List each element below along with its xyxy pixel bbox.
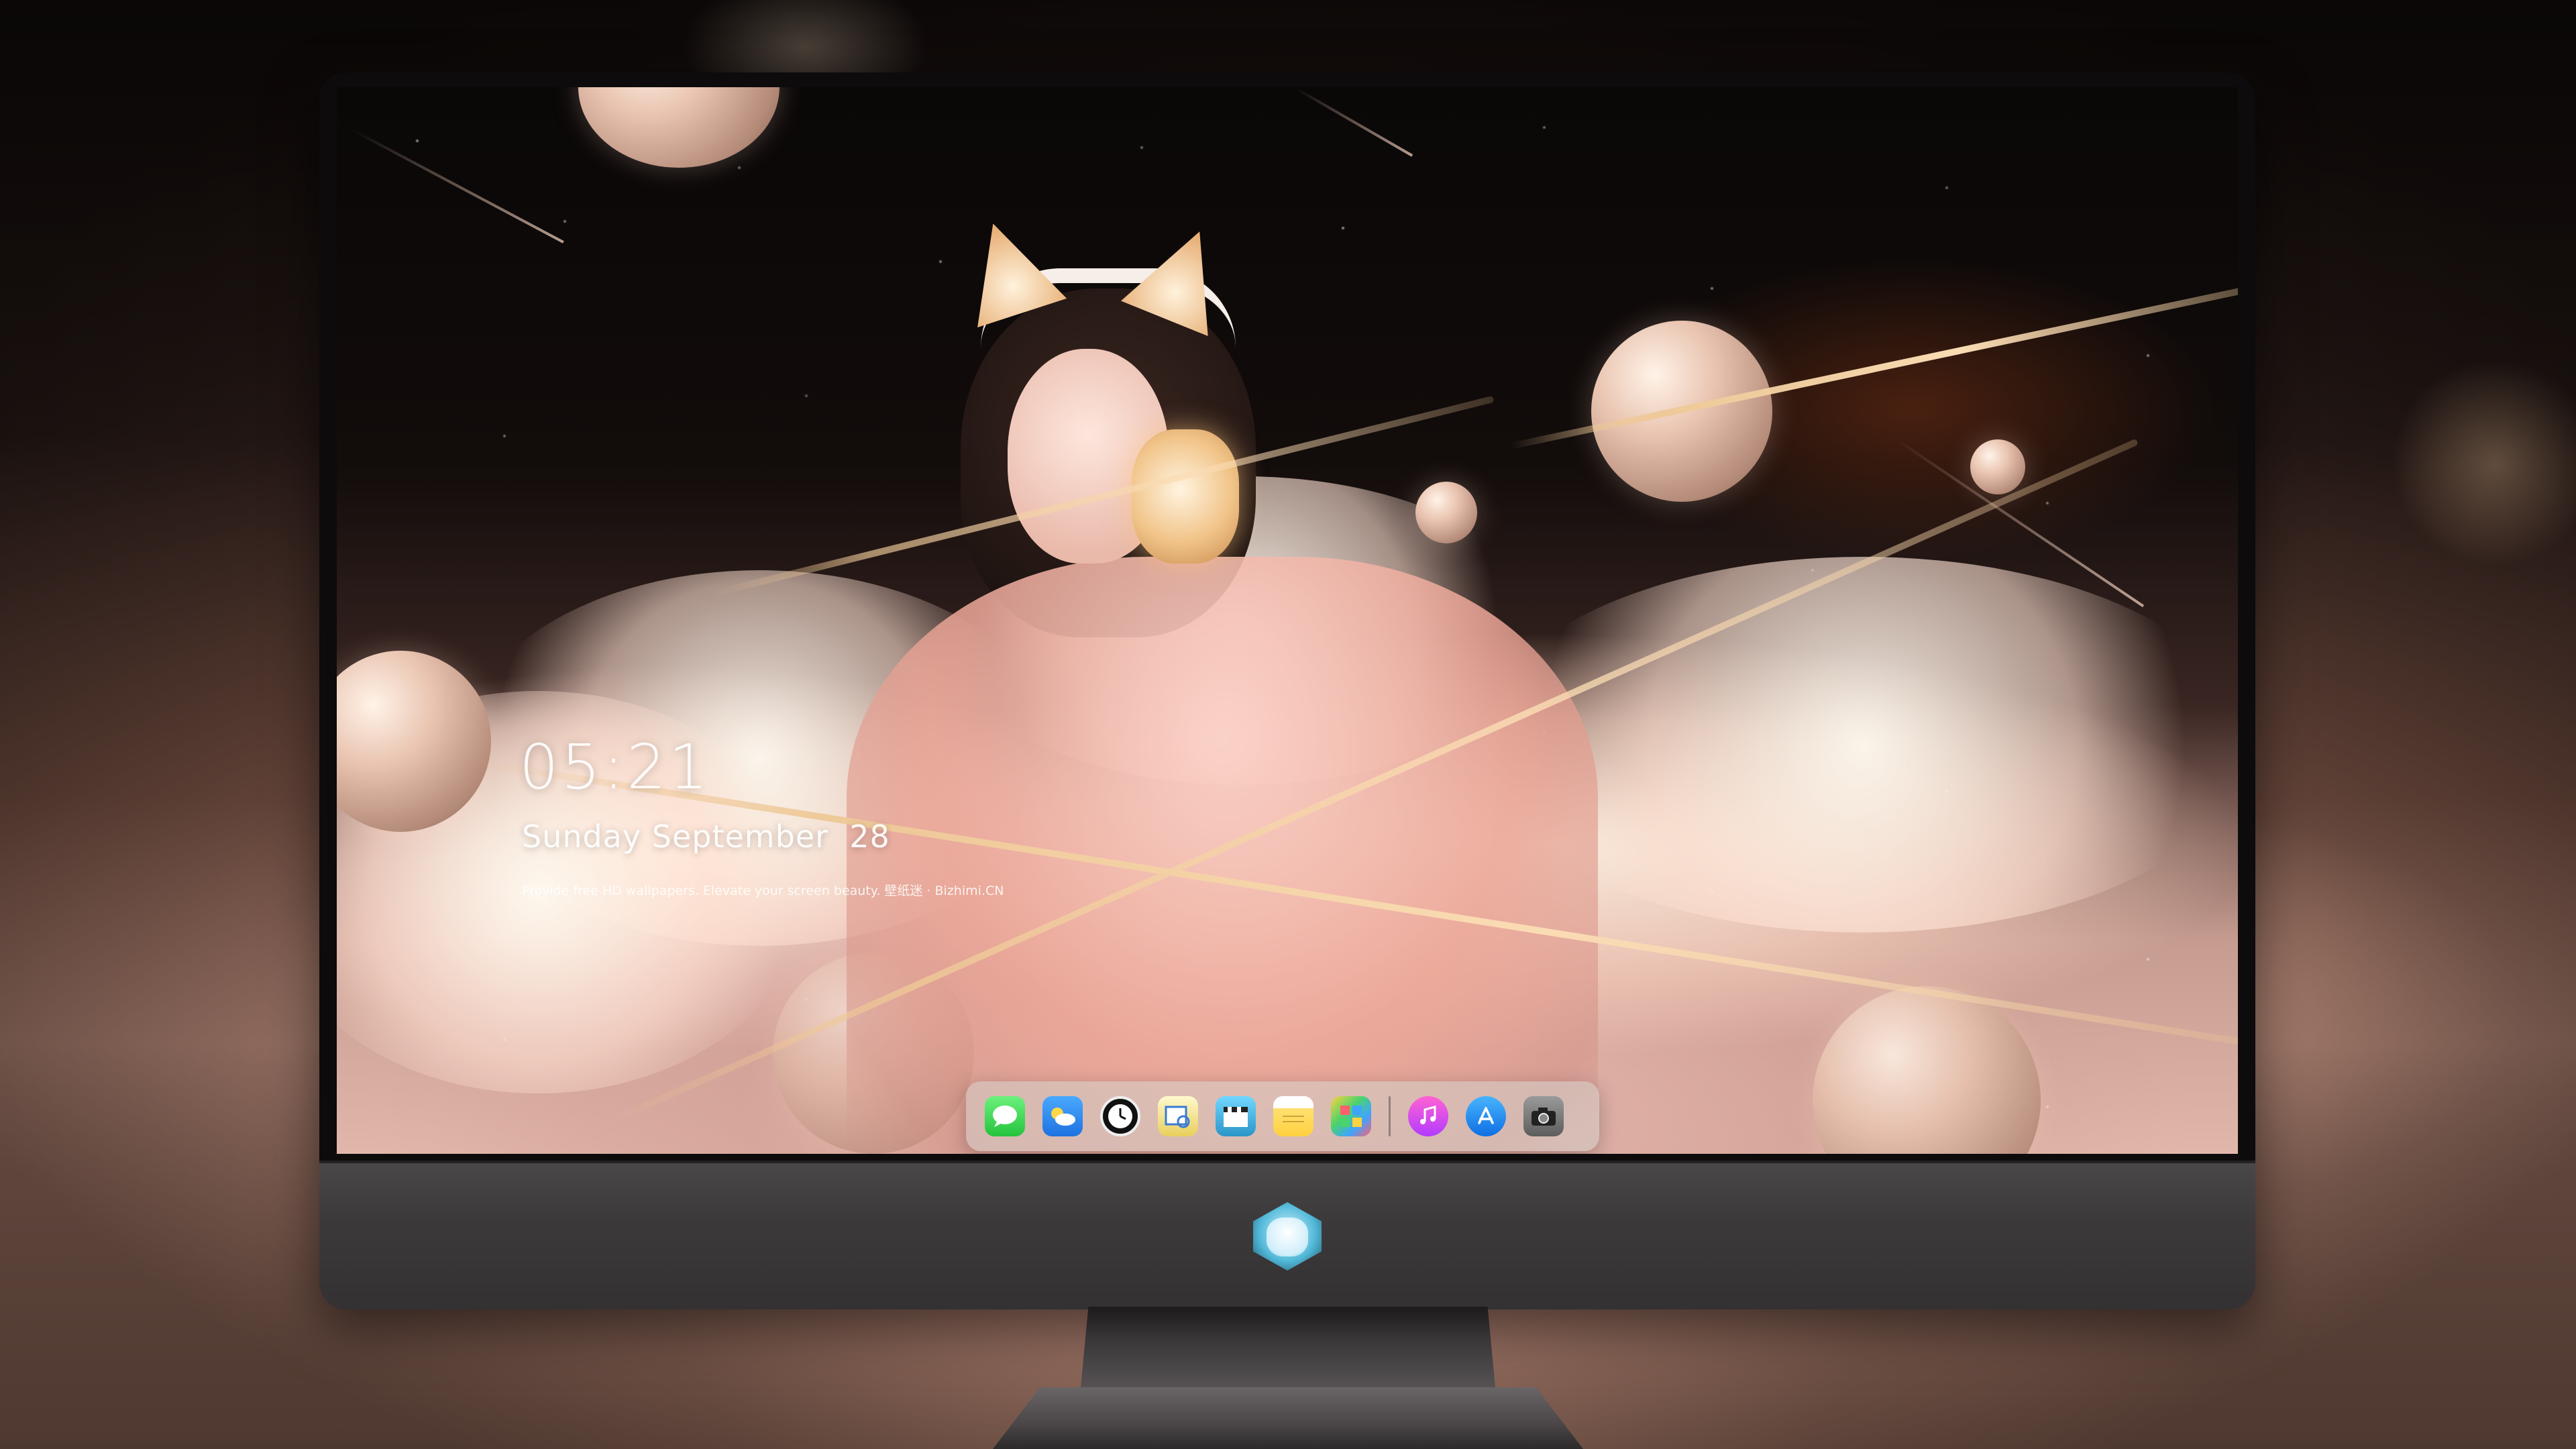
orb <box>1970 439 2025 494</box>
app-store-icon[interactable] <box>1466 1096 1506 1136</box>
clapperboard-icon[interactable] <box>1216 1096 1256 1136</box>
monitor-stand-neck <box>1080 1307 1496 1394</box>
messages-icon[interactable] <box>985 1096 1025 1136</box>
wallpaper-caption: Provide free HD wallpapers. Elevate your… <box>522 883 1004 898</box>
orb <box>1415 482 1477 543</box>
brand-logo-mascot-icon <box>1267 1218 1308 1256</box>
dock <box>966 1081 1599 1151</box>
lock-screen-date: Sunday September 28 <box>522 818 890 855</box>
photos-icon[interactable] <box>1331 1096 1371 1136</box>
weather-icon[interactable] <box>1042 1096 1083 1136</box>
music-icon[interactable] <box>1408 1096 1448 1136</box>
monitor-screen: 05:21 Sunday September 28 Provide free H… <box>337 87 2238 1154</box>
figure-dress <box>847 557 1598 1154</box>
headphone <box>1132 429 1239 564</box>
preview-icon[interactable] <box>1158 1096 1198 1136</box>
clock-icon[interactable] <box>1100 1096 1140 1136</box>
lock-screen-time: 05:21 <box>519 731 711 803</box>
camera-icon[interactable] <box>1523 1096 1564 1136</box>
dock-separator <box>1389 1096 1391 1136</box>
notes-icon[interactable] <box>1273 1096 1313 1136</box>
monitor-stand-base <box>993 1387 1583 1449</box>
